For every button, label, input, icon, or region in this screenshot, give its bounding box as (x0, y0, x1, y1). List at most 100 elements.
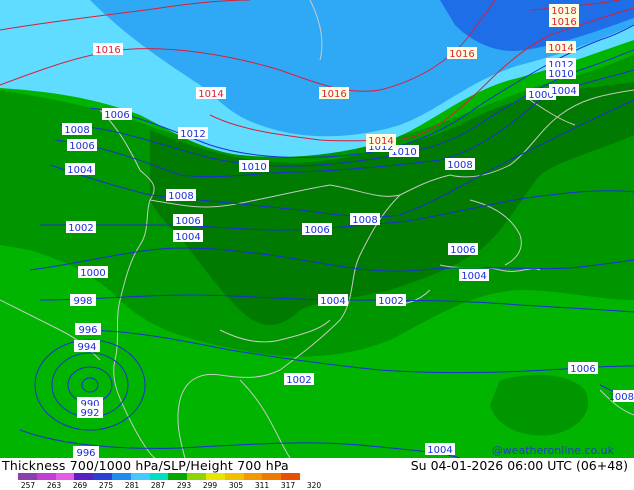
isobar-label-text: 1010 (548, 69, 573, 80)
isobar-label-text: 1010 (241, 162, 266, 173)
map-footer: @weatheronline.co.uk Thickness 700/1000 … (0, 444, 634, 490)
isobar-label-text: 1006 (570, 364, 595, 375)
colorbar-tick-label: 305 (228, 481, 244, 490)
isobar-label: 1010 (239, 160, 269, 173)
colorbar-swatch (36, 473, 56, 480)
map-title: Thickness 700/1000 hPa/SLP/Height 700 hP… (2, 458, 289, 473)
colorbar-ticks: 257 263 269 275 281 287 293 299 305 311 317 320 (18, 481, 322, 490)
height-label-text: 1016 (449, 49, 474, 60)
isobar-label: 1004 (459, 269, 489, 282)
colorbar-tick-label: 287 (150, 481, 166, 490)
isobar-label: 994 (74, 340, 100, 353)
isobar-label: 1000 (78, 266, 108, 279)
isobar-label-text: 1004 (320, 296, 345, 307)
isobar-label-text: 1004 (67, 165, 92, 176)
colorbar-swatch (243, 473, 263, 480)
isobar-label: 1006 (102, 108, 132, 121)
height-label-text: 1016 (551, 17, 576, 28)
colorbar-tick-label: 299 (202, 481, 218, 490)
map-svg: 1006 1008 1006 1004 1012 1010 1008 1006 … (0, 0, 634, 458)
isobar-label: 992 (77, 406, 103, 419)
isobar-label: 1002 (284, 373, 314, 386)
isobar-label-text: 1004 (427, 445, 452, 456)
isobar-label-text: 1008 (609, 392, 634, 403)
colorbar (18, 473, 300, 480)
isobar-label: 1006 (448, 243, 478, 256)
colorbar-tick-label: 320 (306, 481, 322, 490)
colorbar-swatch (93, 473, 112, 480)
isobar-label: 1002 (66, 221, 96, 234)
isobar-label-text: 1006 (304, 225, 329, 236)
colorbar-swatch (74, 473, 94, 480)
isobar-label-text: 996 (76, 448, 95, 458)
isobar-label: 1004 (318, 294, 348, 307)
valid-time: Su 04-01-2026 06:00 UTC (06+48) (410, 458, 628, 473)
isobar-label: 1008 (62, 123, 92, 136)
colorbar-swatch (224, 473, 244, 480)
colorbar-tick-label: 269 (72, 481, 88, 490)
isobar-label-text: 1006 (450, 245, 475, 256)
height-label-text: 1014 (548, 43, 573, 54)
colorbar-swatch (149, 473, 169, 480)
isobar-label: 1004 (425, 443, 455, 456)
height-label: 1016 (319, 87, 349, 100)
height-label: 1014 (546, 41, 576, 54)
isobar-label-text: 1008 (64, 125, 89, 136)
height-label: 1016 (447, 47, 477, 60)
isobar-label-text: 1002 (286, 375, 311, 386)
colorbar-swatch (111, 473, 131, 480)
isobar-label-text: 998 (73, 296, 92, 307)
isobar-label: 1008 (609, 390, 634, 403)
height-label: 1016 (93, 43, 123, 56)
isobar-label: 998 (70, 294, 96, 307)
isobar-label: 1006 (568, 362, 598, 375)
isobar-label: 1012 (178, 127, 208, 140)
isobar-label-text: 1006 (175, 216, 200, 227)
isobar-label: 1006 (173, 214, 203, 227)
colorbar-swatch (187, 473, 206, 480)
colorbar-swatch (205, 473, 225, 480)
height-label: 1014 (196, 87, 226, 100)
isobar-label: 1002 (376, 294, 406, 307)
colorbar-tick-label: 293 (176, 481, 192, 490)
isobar-label-text: 1008 (168, 191, 193, 202)
isobar-label: 1004 (65, 163, 95, 176)
isobar-label-text: 1008 (352, 215, 377, 226)
height-label: 1016 (549, 15, 579, 28)
isobar-label: 1008 (166, 189, 196, 202)
isobar-label-text: 1002 (68, 223, 93, 234)
isobar-label: 996 (73, 446, 99, 458)
isobar-label-text: 1002 (378, 296, 403, 307)
isobar-label: 1008 (445, 158, 475, 171)
isobar-label-text: 992 (80, 408, 99, 419)
isobar-label-text: 1004 (551, 86, 576, 97)
isobar-label: 1004 (173, 230, 203, 243)
colorbar-swatch (262, 473, 282, 480)
colorbar-swatch (168, 473, 188, 480)
colorbar-swatch (18, 473, 37, 480)
isobar-label-text: 996 (78, 325, 97, 336)
colorbar-swatch (281, 473, 300, 480)
isobar-label-text: 1012 (180, 129, 205, 140)
credit-text[interactable]: @weatheronline.co.uk (492, 444, 614, 457)
isobar-label: 1004 (549, 84, 579, 97)
colorbar-tick-label: 275 (98, 481, 114, 490)
isobar-label: 1006 (302, 223, 332, 236)
height-label-text: 1016 (95, 45, 120, 56)
colorbar-swatch (130, 473, 150, 480)
height-label: 1014 (366, 134, 396, 147)
isobar-label: 1010 (546, 67, 576, 80)
colorbar-tick-label: 311 (254, 481, 270, 490)
colorbar-swatch (55, 473, 75, 480)
isobar-label-text: 994 (77, 342, 96, 353)
isobar-label: 1008 (350, 213, 380, 226)
colorbar-tick-label: 317 (280, 481, 296, 490)
colorbar-tick-label: 257 (20, 481, 36, 490)
colorbar-tick-label: 281 (124, 481, 140, 490)
isobar-label: 1006 (67, 139, 97, 152)
isobar-label-text: 1006 (104, 110, 129, 121)
isobar-label: 996 (75, 323, 101, 336)
colorbar-tick-label: 263 (46, 481, 62, 490)
isobar-label-text: 1008 (447, 160, 472, 171)
height-label-text: 1016 (321, 89, 346, 100)
